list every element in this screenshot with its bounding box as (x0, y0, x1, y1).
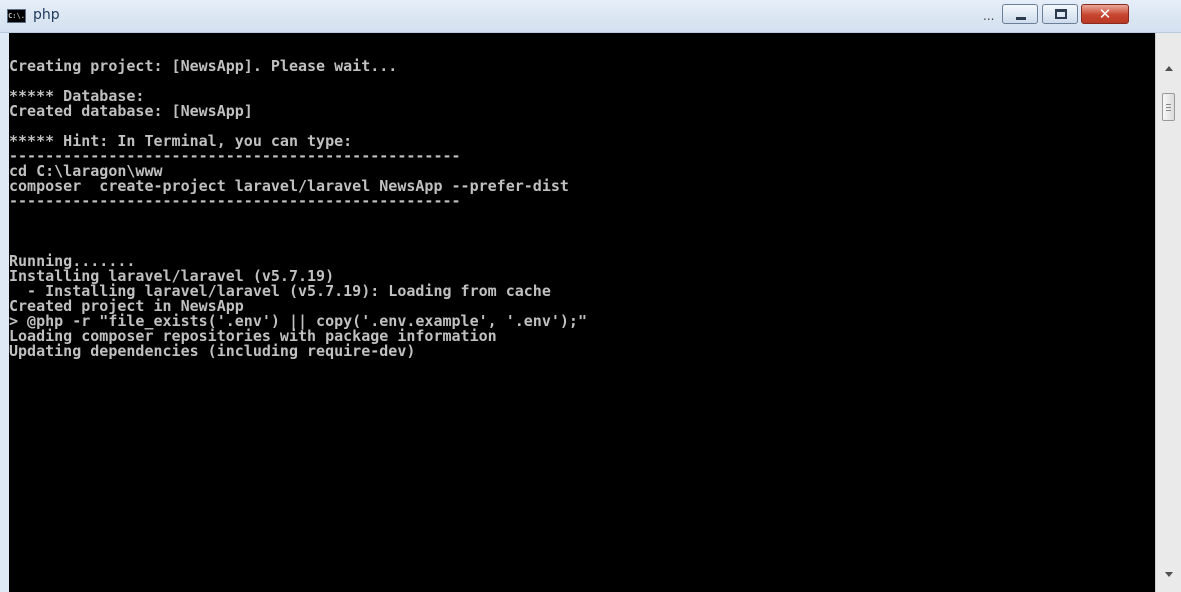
console-window: C:\. php ... ✕ Creating project: [NewsAp… (0, 0, 1181, 592)
grip-line (1166, 107, 1171, 108)
grip-line (1166, 104, 1171, 105)
console-app-icon[interactable]: C:\. (7, 9, 26, 23)
window-title: php (33, 7, 60, 23)
maximize-button[interactable] (1042, 4, 1078, 24)
minimize-button[interactable] (1002, 4, 1038, 24)
console-line: Updating dependencies (including require… (9, 342, 416, 360)
console-output[interactable]: Creating project: [NewsApp]. Please wait… (9, 33, 1155, 592)
minimize-icon (1016, 17, 1026, 20)
title-bar[interactable]: C:\. php ... ✕ (0, 0, 1181, 33)
scroll-thumb[interactable] (1162, 93, 1175, 121)
scroll-up-arrow-icon[interactable] (1165, 66, 1173, 71)
scroll-down-arrow-icon[interactable] (1165, 572, 1173, 577)
console-line: Created database: [NewsApp] (9, 102, 253, 120)
console-line: Creating project: [NewsApp]. Please wait… (9, 57, 398, 75)
console-line: ----------------------------------------… (9, 192, 461, 210)
vertical-scrollbar[interactable] (1155, 33, 1181, 592)
close-button[interactable]: ✕ (1081, 4, 1129, 24)
close-icon: ✕ (1098, 5, 1112, 23)
title-overflow-indicator: ... (983, 9, 995, 23)
console-lines: Creating project: [NewsApp]. Please wait… (9, 59, 587, 359)
grip-line (1166, 110, 1171, 111)
maximize-icon (1055, 9, 1067, 19)
